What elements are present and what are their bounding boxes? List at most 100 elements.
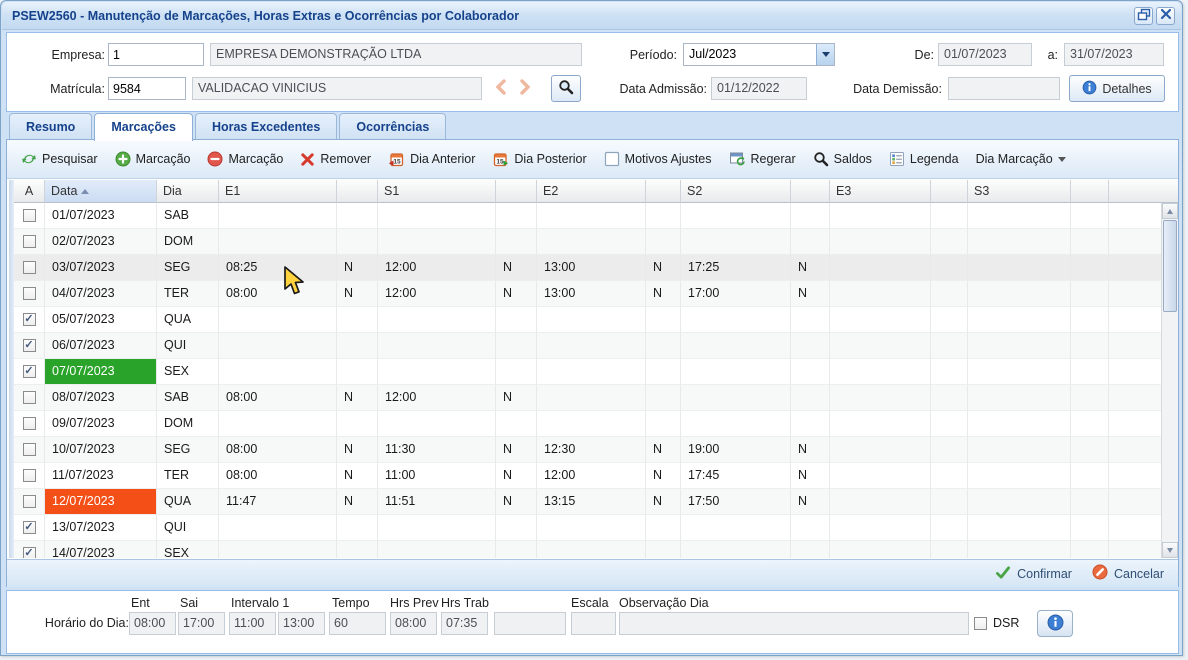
- motivos-ajustes-button[interactable]: Motivos Ajustes: [604, 151, 712, 167]
- column-header-s3[interactable]: S3: [968, 180, 1071, 203]
- column-header-dia[interactable]: Dia: [157, 180, 219, 203]
- row-checkbox[interactable]: [23, 443, 36, 456]
- tab-horas-excedentes[interactable]: Horas Excedentes: [195, 113, 337, 140]
- close-button[interactable]: [1156, 7, 1175, 25]
- row-checkbox[interactable]: [23, 287, 36, 300]
- periodo-select[interactable]: Jul/2023: [683, 43, 835, 66]
- row-checkbox[interactable]: [23, 495, 36, 508]
- column-header-e3[interactable]: E3: [830, 180, 931, 203]
- grid-row-12/07/2023[interactable]: 12/07/2023QUA11:47N11:51N13:15N17:50N: [14, 489, 1161, 515]
- column-header-data[interactable]: Data: [45, 180, 157, 203]
- cell-dia: TER: [157, 463, 219, 489]
- remover-marcacao-button[interactable]: Marcação: [207, 151, 283, 167]
- dia-marcacao-dropdown[interactable]: Dia Marcação: [976, 152, 1066, 166]
- cell-select: [14, 229, 45, 255]
- grid-row-10/07/2023[interactable]: 10/07/2023SEG08:00N11:30N12:30N19:00N: [14, 437, 1161, 463]
- row-checkbox[interactable]: ✓: [23, 313, 36, 326]
- grid-row-14/07/2023[interactable]: ✓14/07/2023SEX: [14, 541, 1161, 558]
- legenda-button[interactable]: Legenda: [889, 151, 959, 167]
- cell-filler: [1109, 307, 1161, 333]
- grid-row-08/07/2023[interactable]: 08/07/2023SAB08:00N12:00N: [14, 385, 1161, 411]
- dsr-checkbox[interactable]: [974, 617, 987, 630]
- search-icon: [558, 79, 574, 98]
- grid-row-01/07/2023[interactable]: 01/07/2023SAB: [14, 203, 1161, 229]
- next-employee-button[interactable]: [515, 77, 535, 99]
- row-checkbox[interactable]: [23, 261, 36, 274]
- calendar-next-icon: 15: [492, 151, 509, 168]
- column-header-spacer[interactable]: [931, 180, 968, 203]
- remover-button[interactable]: Remover: [300, 152, 371, 167]
- cell-value: [537, 541, 646, 558]
- cell-value: [968, 411, 1071, 437]
- cell-value: [378, 307, 496, 333]
- grid-row-11/07/2023[interactable]: 11/07/2023TER08:00N11:00N12:00N17:45N: [14, 463, 1161, 489]
- column-header-e2[interactable]: E2: [537, 180, 646, 203]
- row-checkbox[interactable]: ✓: [23, 547, 36, 558]
- grid-row-02/07/2023[interactable]: 02/07/2023DOM: [14, 229, 1161, 255]
- row-checkbox[interactable]: [23, 417, 36, 430]
- grid-header: ADataDiaE1 S1 E2 S2 E3 S3: [14, 180, 1178, 203]
- chevron-down-icon[interactable]: [816, 44, 834, 65]
- vertical-scrollbar[interactable]: [1161, 203, 1178, 558]
- row-checkbox[interactable]: ✓: [23, 365, 36, 378]
- column-header-spacer[interactable]: [337, 180, 378, 203]
- confirmar-button[interactable]: Confirmar: [995, 565, 1072, 583]
- previous-employee-button[interactable]: [491, 77, 511, 99]
- caret-down-icon: [1058, 157, 1066, 162]
- column-header-s2[interactable]: S2: [681, 180, 791, 203]
- admissao-label: Data Admissão:: [595, 77, 707, 101]
- scroll-up-button[interactable]: [1162, 203, 1178, 219]
- empresa-input[interactable]: [108, 43, 204, 66]
- grid-row-04/07/2023[interactable]: 04/07/2023TER08:00N12:00N13:00N17:00N: [14, 281, 1161, 307]
- column-header-spacer[interactable]: [791, 180, 830, 203]
- cell-data: 05/07/2023: [45, 307, 157, 333]
- grid-row-05/07/2023[interactable]: ✓05/07/2023QUA: [14, 307, 1161, 333]
- cell-value: [791, 515, 830, 541]
- column-header-spacer[interactable]: [1071, 180, 1109, 203]
- grid-row-09/07/2023[interactable]: 09/07/2023DOM: [14, 411, 1161, 437]
- pesquisar-button[interactable]: Pesquisar: [21, 151, 98, 167]
- cell-value: N: [791, 255, 830, 281]
- regerar-button[interactable]: Regerar: [729, 151, 796, 167]
- cell-value: [378, 359, 496, 385]
- column-header-a[interactable]: A: [14, 180, 45, 203]
- grid-row-07/07/2023[interactable]: ✓07/07/2023SEX: [14, 359, 1161, 385]
- dia-anterior-button[interactable]: 15 Dia Anterior: [388, 151, 475, 168]
- row-checkbox[interactable]: [23, 469, 36, 482]
- tab-resumo[interactable]: Resumo: [9, 113, 92, 140]
- row-checkbox[interactable]: ✓: [23, 521, 36, 534]
- cell-value: [646, 229, 681, 255]
- row-checkbox[interactable]: [23, 235, 36, 248]
- saldos-button[interactable]: Saldos: [813, 151, 872, 167]
- row-checkbox[interactable]: [23, 209, 36, 222]
- cell-value: [681, 385, 791, 411]
- matricula-input[interactable]: [108, 77, 186, 100]
- cell-value: [968, 333, 1071, 359]
- tab-marcacoes[interactable]: Marcações: [94, 113, 193, 141]
- cell-dia: QUI: [157, 515, 219, 541]
- restore-button[interactable]: [1134, 7, 1153, 25]
- tab-ocorrencias[interactable]: Ocorrências: [339, 113, 446, 140]
- scrollbar-thumb[interactable]: [1163, 220, 1177, 312]
- column-header-s1[interactable]: S1: [378, 180, 496, 203]
- scroll-down-button[interactable]: [1162, 542, 1178, 558]
- adicionar-marcacao-button[interactable]: Marcação: [115, 151, 191, 167]
- search-employee-button[interactable]: [551, 75, 581, 102]
- cell-value: N: [646, 463, 681, 489]
- row-checkbox[interactable]: [23, 391, 36, 404]
- grid-row-06/07/2023[interactable]: ✓06/07/2023QUI: [14, 333, 1161, 359]
- row-checkbox[interactable]: ✓: [23, 339, 36, 352]
- grid-row-13/07/2023[interactable]: ✓13/07/2023QUI: [14, 515, 1161, 541]
- day-info-button[interactable]: [1037, 610, 1073, 637]
- cell-value: [830, 307, 931, 333]
- cancelar-button[interactable]: Cancelar: [1092, 564, 1164, 583]
- cell-value: N: [791, 437, 830, 463]
- grid-row-03/07/2023[interactable]: 03/07/2023SEG08:25N12:00N13:00N17:25N: [14, 255, 1161, 281]
- column-header-spacer[interactable]: [496, 180, 537, 203]
- column-header-e1[interactable]: E1: [219, 180, 337, 203]
- cell-dia: TER: [157, 281, 219, 307]
- dia-posterior-button[interactable]: 15 Dia Posterior: [492, 151, 586, 168]
- detalhes-button[interactable]: Detalhes: [1069, 75, 1165, 102]
- regerar-label: Regerar: [751, 152, 796, 166]
- column-header-spacer[interactable]: [646, 180, 681, 203]
